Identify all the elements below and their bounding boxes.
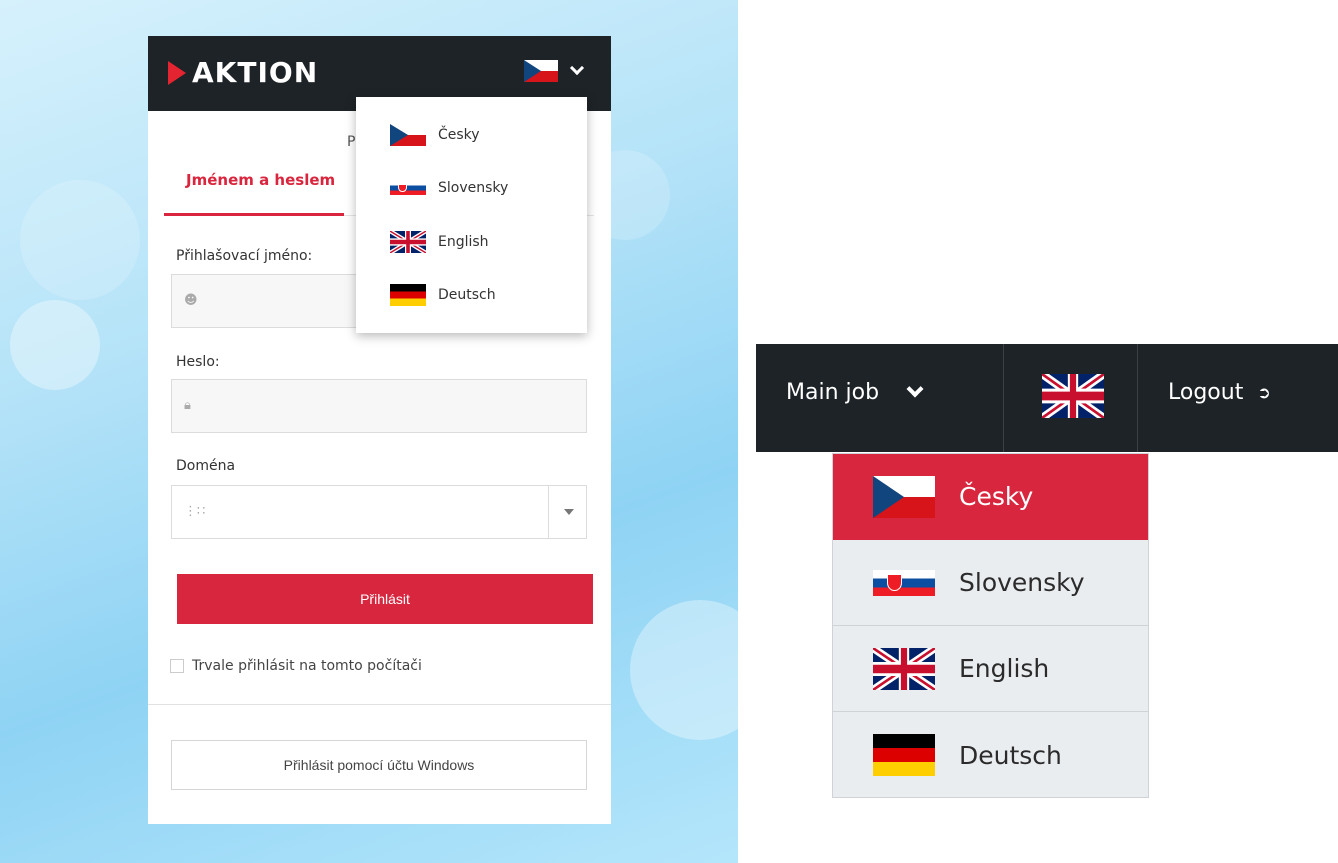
- topbar-separator: [1003, 344, 1004, 452]
- lock-icon: 🔒︎: [184, 398, 191, 413]
- domain-label: Doména: [176, 458, 236, 474]
- czech-flag-icon: [524, 60, 558, 82]
- language-dropdown: Česky Slovensky English Deutsch: [356, 97, 587, 333]
- czech-flag-icon: [873, 475, 935, 518]
- language-option-english[interactable]: English: [390, 227, 489, 257]
- main-job-label: Main job: [786, 380, 880, 405]
- login-button[interactable]: Přihlásit: [177, 574, 593, 624]
- chevron-down-icon: [569, 60, 585, 76]
- german-flag-icon: [873, 734, 935, 776]
- remember-checkbox[interactable]: [170, 659, 184, 673]
- password-input[interactable]: [208, 390, 568, 422]
- language-switcher[interactable]: [524, 60, 585, 82]
- language-row-german[interactable]: Deutsch: [833, 712, 1148, 798]
- czech-flag-icon: [390, 124, 426, 146]
- domain-icon: ⋮∷: [184, 504, 206, 519]
- language-row-czech[interactable]: Česky: [833, 454, 1148, 540]
- language-row-label: Deutsch: [959, 740, 1062, 770]
- language-row-label: English: [959, 654, 1050, 683]
- language-list: Česky Slovensky English Deutsch: [832, 453, 1149, 798]
- user-icon: ☻: [184, 293, 198, 308]
- language-row-slovak[interactable]: Slovensky: [833, 540, 1148, 626]
- language-row-english[interactable]: English: [833, 626, 1148, 712]
- caret-down-icon[interactable]: [564, 509, 574, 515]
- language-option-czech[interactable]: Česky: [390, 120, 480, 150]
- slovak-flag-icon: [873, 569, 935, 596]
- logout-icon: ➲: [1257, 383, 1271, 402]
- language-option-label: Česky: [438, 127, 480, 143]
- language-option-label: Slovensky: [438, 180, 509, 196]
- language-row-label: Slovensky: [959, 568, 1085, 597]
- german-flag-icon: [390, 284, 426, 306]
- logout-label: Logout: [1168, 380, 1244, 405]
- language-option-label: Deutsch: [438, 287, 496, 303]
- login-background: AKTION P Jménem a heslem Přihlašovací jm…: [0, 0, 738, 863]
- password-label: Heslo:: [176, 354, 220, 370]
- app-topbar: Main job Logout ➲: [756, 344, 1338, 452]
- windows-login-button[interactable]: Přihlásit pomocí účtu Windows: [171, 740, 587, 790]
- background-bokeh: [10, 300, 100, 390]
- section-divider: [148, 704, 611, 705]
- logout-button[interactable]: Logout ➲: [1168, 380, 1271, 405]
- background-bokeh: [20, 180, 140, 300]
- language-row-label: Česky: [959, 482, 1034, 511]
- select-separator: [548, 486, 549, 538]
- intro-text: P: [347, 134, 356, 150]
- tab-username-password[interactable]: Jménem a heslem: [186, 171, 335, 189]
- remember-me[interactable]: Trvale přihlásit na tomto počítači: [170, 658, 422, 674]
- remember-label: Trvale přihlásit na tomto počítači: [192, 658, 422, 674]
- aktion-logo: AKTION: [168, 56, 318, 89]
- chevron-down-icon: [906, 380, 924, 397]
- language-option-label: English: [438, 234, 489, 250]
- topbar-separator: [1137, 344, 1138, 452]
- logo-triangle-icon: [168, 60, 186, 85]
- main-job-dropdown[interactable]: Main job: [786, 380, 924, 405]
- username-label: Přihlašovací jméno:: [176, 248, 313, 264]
- active-tab-indicator: [164, 213, 344, 216]
- slovak-flag-icon: [390, 181, 426, 195]
- uk-flag-icon: [390, 231, 426, 253]
- uk-flag-icon[interactable]: [1042, 374, 1104, 418]
- language-option-slovak[interactable]: Slovensky: [390, 173, 508, 203]
- uk-flag-icon: [873, 647, 935, 690]
- domain-select[interactable]: ⋮∷: [171, 485, 587, 539]
- language-option-german[interactable]: Deutsch: [390, 280, 496, 310]
- background-bokeh: [630, 600, 738, 740]
- domain-input[interactable]: [208, 496, 538, 528]
- password-field: 🔒︎: [171, 379, 587, 433]
- logo-text: AKTION: [192, 56, 319, 89]
